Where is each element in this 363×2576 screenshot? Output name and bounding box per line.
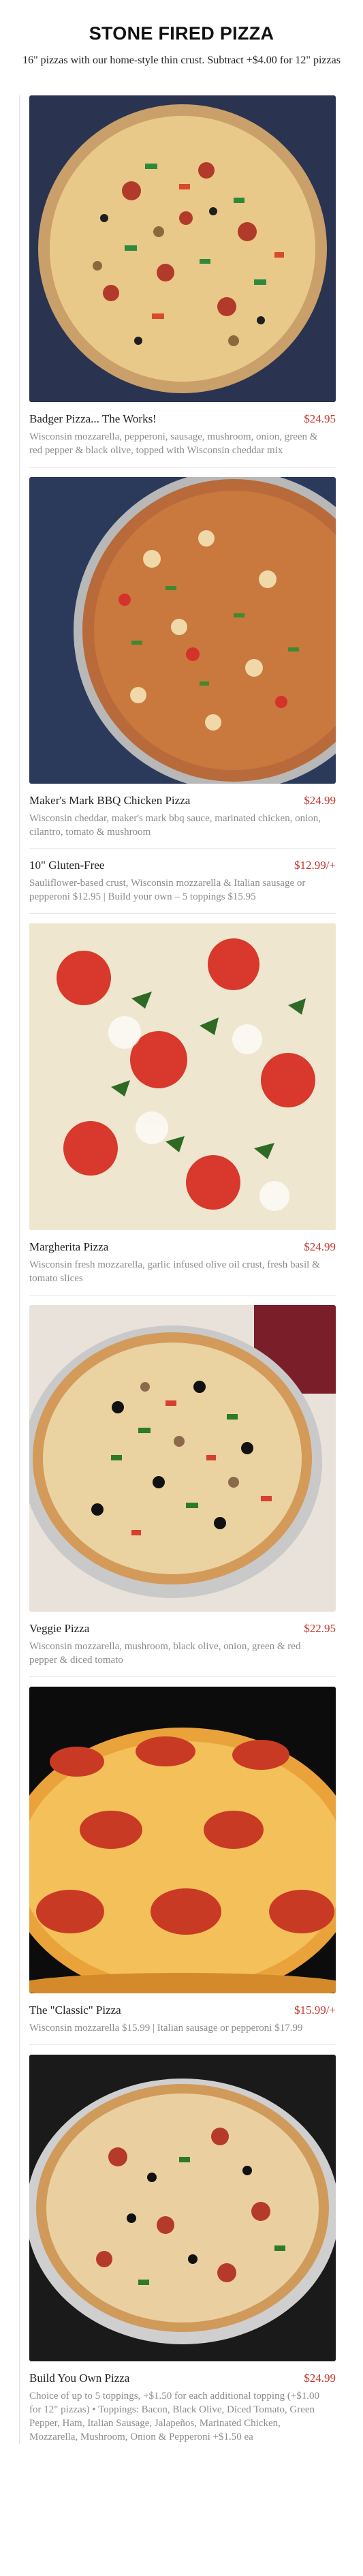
pizza-photo-bbq-chicken <box>29 477 336 784</box>
item-price: $24.99 <box>304 794 336 807</box>
divider <box>29 1676 336 1677</box>
divider <box>29 2044 336 2045</box>
pizza-photo-classic <box>29 1687 336 1993</box>
item-name: Margherita Pizza <box>29 1240 109 1253</box>
menu-item[interactable]: Maker's Mark BBQ Chicken Pizza $24.99 Wi… <box>20 477 348 849</box>
item-price: $12.99/+ <box>294 859 336 872</box>
item-name: 10" Gluten-Free <box>29 859 105 872</box>
menu-item[interactable]: 10" Gluten-Free $12.99/+ Sauliflower-bas… <box>20 859 348 914</box>
menu-list: Badger Pizza... The Works! $24.95 Wiscon… <box>19 95 348 2444</box>
menu-item[interactable]: The "Classic" Pizza $15.99/+ Wisconsin m… <box>20 1687 348 2045</box>
menu-item[interactable]: Badger Pizza... The Works! $24.95 Wiscon… <box>20 95 348 467</box>
pizza-photo-margherita <box>29 923 336 1230</box>
divider <box>29 913 336 914</box>
item-name: Badger Pizza... The Works! <box>29 412 157 425</box>
pizza-photo-veggie <box>29 1305 336 1612</box>
menu-item[interactable]: Veggie Pizza $22.95 Wisconsin mozzarella… <box>20 1305 348 1677</box>
item-name: The "Classic" Pizza <box>29 2004 121 2017</box>
item-description: Wisconsin mozzarella $15.99 | Italian sa… <box>29 2023 303 2034</box>
pizza-photo-build-your-own <box>29 2055 336 2361</box>
menu-section-title: STONE FIRED PIZZA <box>89 23 274 44</box>
item-name: Veggie Pizza <box>29 1622 90 1635</box>
item-price: $24.99 <box>304 2372 336 2385</box>
item-description: Wisconsin cheddar, maker's mark bbq sauc… <box>29 813 321 838</box>
item-price: $15.99/+ <box>294 2004 336 2017</box>
item-name: Maker's Mark BBQ Chicken Pizza <box>29 794 191 807</box>
item-price: $24.99 <box>304 1240 336 1253</box>
menu-item[interactable]: Margherita Pizza $24.99 Wisconsin fresh … <box>20 923 348 1295</box>
menu-section-subtitle: 16" pizzas with our home-style thin crus… <box>22 55 341 66</box>
item-name: Build You Own Pizza <box>29 2372 130 2385</box>
item-description: Choice of up to 5 toppings, +$1.50 for e… <box>29 2391 320 2442</box>
item-description: Wisconsin fresh mozzarella, garlic infus… <box>29 1259 320 1284</box>
divider <box>29 848 336 849</box>
item-price: $22.95 <box>304 1622 336 1635</box>
item-description: Wisconsin mozzarella, mushroom, black ol… <box>29 1641 301 1666</box>
menu-item[interactable]: Build You Own Pizza $24.99 Choice of up … <box>20 2055 348 2444</box>
item-price: $24.95 <box>304 412 336 425</box>
pizza-photo-badger <box>29 95 336 402</box>
item-description: Sauliflower-based crust, Wisconsin mozza… <box>29 878 306 902</box>
item-description: Wisconsin mozzarella, pepperoni, sausage… <box>29 431 318 456</box>
